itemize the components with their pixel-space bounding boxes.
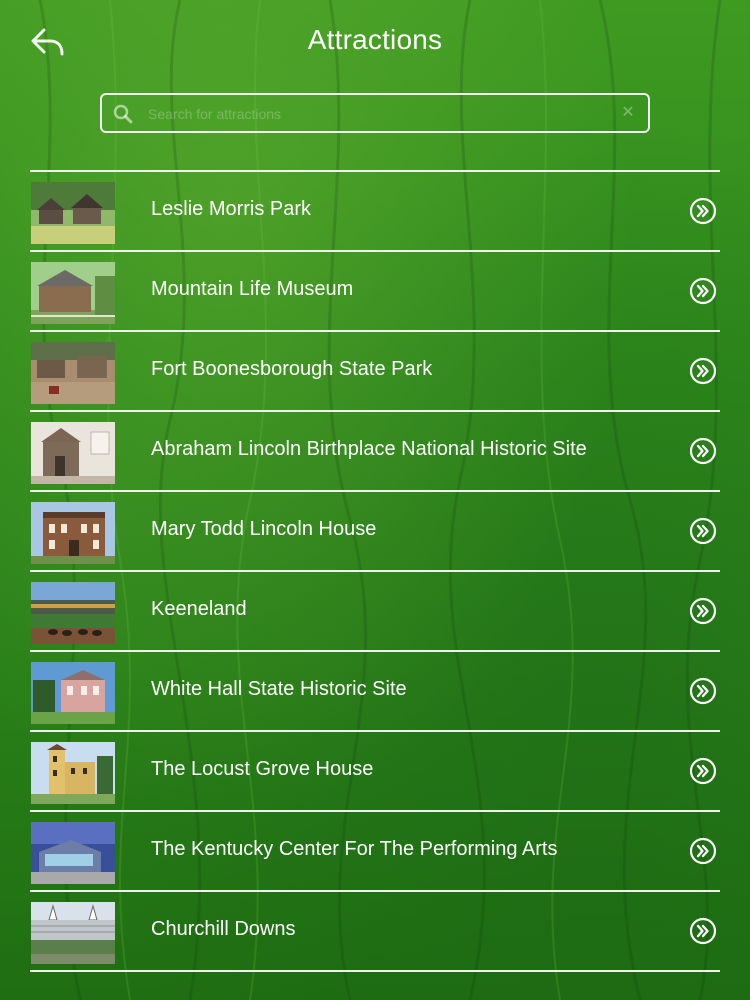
fort-village-thumbnail bbox=[31, 342, 115, 404]
double-chevron-right-icon[interactable] bbox=[689, 837, 717, 865]
attraction-row[interactable]: Mountain Life Museum bbox=[30, 252, 720, 332]
attraction-name: Mountain Life Museum bbox=[151, 278, 354, 300]
attraction-name: Churchill Downs bbox=[151, 918, 296, 940]
double-chevron-right-icon[interactable] bbox=[689, 757, 717, 785]
top-bar: Attractions bbox=[0, 0, 750, 86]
attraction-row[interactable]: Leslie Morris Park bbox=[30, 172, 720, 252]
cabin-interior-thumbnail bbox=[31, 422, 115, 484]
log-house-thumbnail bbox=[31, 262, 115, 324]
attraction-name: Abraham Lincoln Birthplace National Hist… bbox=[151, 438, 587, 460]
search-input[interactable] bbox=[146, 100, 610, 128]
attraction-row[interactable]: The Kentucky Center For The Performing A… bbox=[30, 812, 720, 892]
double-chevron-right-icon[interactable] bbox=[689, 917, 717, 945]
attraction-name: Mary Todd Lincoln House bbox=[151, 518, 377, 540]
tower-house-thumbnail bbox=[31, 742, 115, 804]
modern-building-thumbnail bbox=[31, 822, 115, 884]
attraction-name: The Kentucky Center For The Performing A… bbox=[151, 838, 558, 860]
racetrack-thumbnail bbox=[31, 582, 115, 644]
attraction-name: Keeneland bbox=[151, 598, 247, 620]
double-chevron-right-icon[interactable] bbox=[689, 357, 717, 385]
attraction-name: The Locust Grove House bbox=[151, 758, 374, 780]
log-cabins-thumbnail bbox=[31, 182, 115, 244]
double-chevron-right-icon[interactable] bbox=[689, 197, 717, 225]
double-chevron-right-icon[interactable] bbox=[689, 517, 717, 545]
attraction-name: White Hall State Historic Site bbox=[151, 678, 407, 700]
search-icon bbox=[113, 104, 133, 124]
attraction-row[interactable]: Mary Todd Lincoln House bbox=[30, 492, 720, 572]
attractions-list: Leslie Morris Park Mountain Life Museum … bbox=[30, 170, 720, 972]
brick-house-thumbnail bbox=[31, 502, 115, 564]
mansion-thumbnail bbox=[31, 662, 115, 724]
double-chevron-right-icon[interactable] bbox=[689, 277, 717, 305]
attraction-name: Leslie Morris Park bbox=[151, 198, 312, 220]
clear-search-icon[interactable]: ✕ bbox=[618, 103, 638, 123]
grandstand-thumbnail bbox=[31, 902, 115, 964]
attraction-row[interactable]: The Locust Grove House bbox=[30, 732, 720, 812]
double-chevron-right-icon[interactable] bbox=[689, 597, 717, 625]
attraction-row[interactable]: White Hall State Historic Site bbox=[30, 652, 720, 732]
attraction-row[interactable]: Keeneland bbox=[30, 572, 720, 652]
attraction-row[interactable]: Fort Boonesborough State Park bbox=[30, 332, 720, 412]
attraction-row[interactable]: Churchill Downs bbox=[30, 892, 720, 972]
attraction-row[interactable]: Abraham Lincoln Birthplace National Hist… bbox=[30, 412, 720, 492]
double-chevron-right-icon[interactable] bbox=[689, 677, 717, 705]
attraction-name: Fort Boonesborough State Park bbox=[151, 358, 433, 380]
search-bar: ✕ bbox=[100, 93, 650, 133]
page-title: Attractions bbox=[307, 24, 443, 55]
double-chevron-right-icon[interactable] bbox=[689, 437, 717, 465]
